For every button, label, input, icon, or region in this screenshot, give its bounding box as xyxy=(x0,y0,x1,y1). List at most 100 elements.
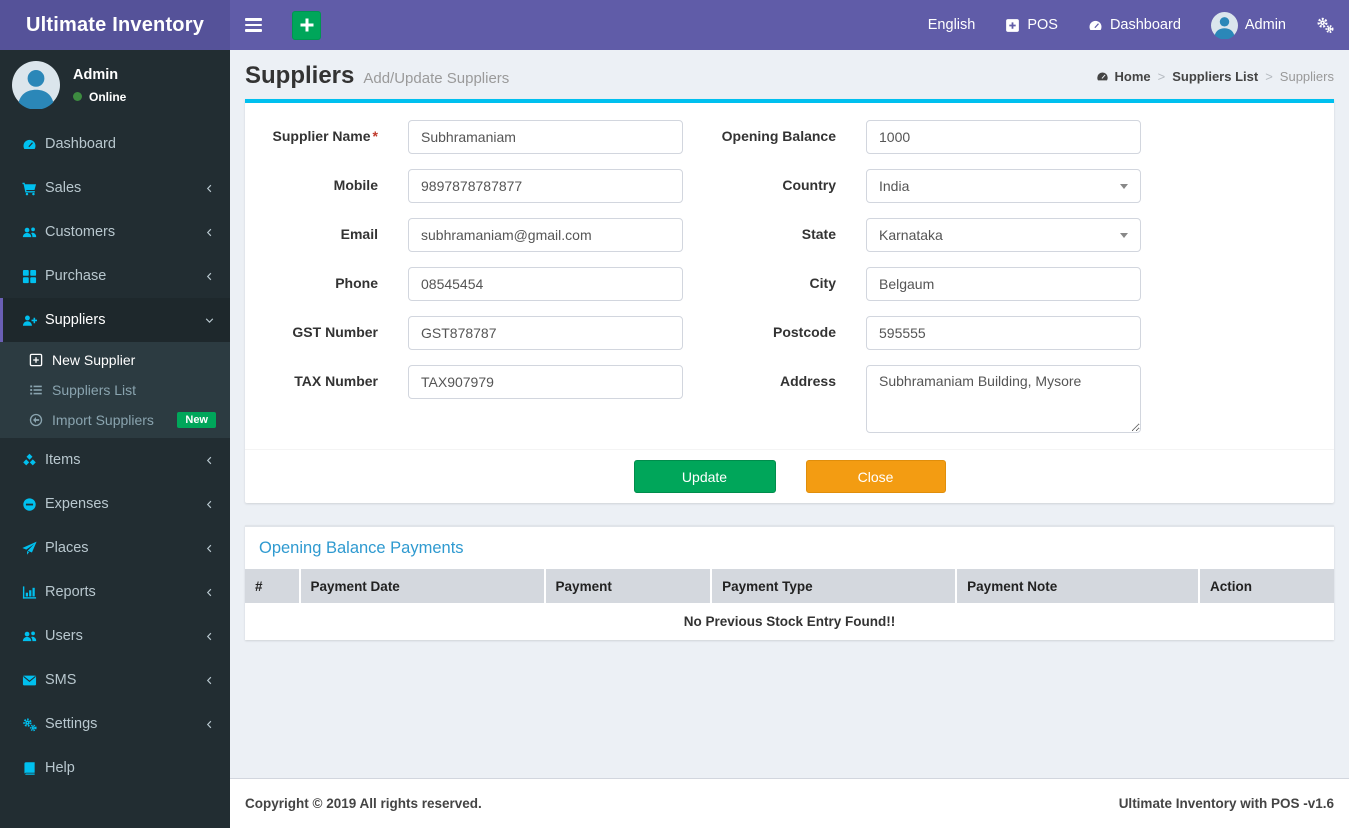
sidebar-item-items[interactable]: Items xyxy=(0,438,230,482)
sidebar-item-sms[interactable]: SMS xyxy=(0,658,230,702)
mobile-input[interactable] xyxy=(408,169,683,203)
payments-box: Opening Balance Payments # Payment Date … xyxy=(245,525,1334,640)
book-icon xyxy=(22,761,37,776)
tax-number-label: TAX Number xyxy=(294,373,378,389)
supplier-name-label: Supplier Name * xyxy=(272,128,378,144)
sidebar-item-suppliers[interactable]: Suppliers xyxy=(0,298,230,342)
avatar xyxy=(1211,12,1238,39)
page-subtitle: Add/Update Suppliers xyxy=(363,70,510,87)
email-label: Email xyxy=(340,226,378,242)
quick-add-button[interactable] xyxy=(292,10,321,40)
opening-balance-input[interactable] xyxy=(866,120,1141,154)
state-select[interactable]: Karnataka xyxy=(866,218,1141,252)
form-actions: Update Close xyxy=(245,449,1334,503)
settings-menu[interactable] xyxy=(1301,0,1349,50)
gst-number-input[interactable] xyxy=(408,316,683,350)
empty-message: No Previous Stock Entry Found!! xyxy=(683,614,896,629)
column-header-payment-note: Payment Note xyxy=(957,569,1201,603)
new-badge: New xyxy=(177,412,216,428)
language-menu[interactable]: English xyxy=(913,0,991,50)
sidebar-toggle-button[interactable] xyxy=(230,0,276,50)
minus-circle-icon xyxy=(22,497,37,512)
address-label: Address xyxy=(779,373,836,389)
cogs-icon xyxy=(1316,16,1334,34)
online-status-dot xyxy=(73,92,82,101)
sidebar-item-settings[interactable]: Settings xyxy=(0,702,230,746)
postcode-input[interactable] xyxy=(866,316,1141,350)
country-select[interactable]: India xyxy=(866,169,1141,203)
sidebar: Admin Online Dashboard Sales Customers P… xyxy=(0,50,230,828)
sidebar-item-expenses[interactable]: Expenses xyxy=(0,482,230,526)
sidebar-item-dashboard[interactable]: Dashboard xyxy=(0,122,230,166)
sidebar-item-users[interactable]: Users xyxy=(0,614,230,658)
user-plus-icon xyxy=(22,313,37,328)
sidebar-user-panel: Admin Online xyxy=(0,50,230,122)
breadcrumb-separator xyxy=(1265,69,1273,84)
chevron-left-icon xyxy=(204,719,215,730)
user-name: Admin xyxy=(73,66,119,83)
breadcrumb-separator xyxy=(1158,69,1166,84)
page-footer: Copyright © 2019 All rights reserved. Ul… xyxy=(230,778,1349,828)
mobile-label: Mobile xyxy=(333,177,378,193)
breadcrumb-home[interactable]: Home xyxy=(1115,69,1151,84)
supplier-form-box: Supplier Name* Mobile Email Phone xyxy=(245,99,1334,503)
sidebar-item-purchase[interactable]: Purchase xyxy=(0,254,230,298)
brand-logo[interactable]: Ultimate Inventory xyxy=(0,0,230,50)
gauge-icon xyxy=(22,137,37,152)
column-header-index: # xyxy=(245,569,301,603)
top-navbar: Ultimate Inventory English POS Dashboard… xyxy=(0,0,1349,50)
list-icon xyxy=(29,383,43,397)
chevron-left-icon xyxy=(204,499,215,510)
update-button[interactable]: Update xyxy=(633,460,776,493)
payments-title: Opening Balance Payments xyxy=(259,539,464,557)
version-text: Ultimate Inventory with POS -v1.6 xyxy=(1118,796,1334,811)
plus-square-icon xyxy=(1005,18,1020,33)
sidebar-item-places[interactable]: Places xyxy=(0,526,230,570)
column-header-payment-type: Payment Type xyxy=(712,569,958,603)
caret-down-icon xyxy=(1120,183,1128,189)
dashboard-link[interactable]: Dashboard xyxy=(1073,0,1196,50)
supplier-name-input[interactable] xyxy=(408,120,683,154)
sidebar-item-sales[interactable]: Sales xyxy=(0,166,230,210)
users-icon xyxy=(22,629,37,644)
country-label: Country xyxy=(782,177,836,193)
main-content: Suppliers Add/Update Suppliers Home Supp… xyxy=(230,50,1349,828)
tax-number-input[interactable] xyxy=(408,365,683,399)
chevron-left-icon xyxy=(204,543,215,554)
email-input[interactable] xyxy=(408,218,683,252)
supplier-form: Supplier Name* Mobile Email Phone xyxy=(245,103,1334,449)
users-icon xyxy=(22,225,37,240)
user-menu[interactable]: Admin xyxy=(1196,0,1301,50)
address-textarea[interactable]: Subhramaniam Building, Mysore xyxy=(866,365,1141,433)
cart-icon xyxy=(22,181,37,196)
submenu-item-suppliers-list[interactable]: Suppliers List xyxy=(0,375,230,405)
payments-table: # Payment Date Payment Payment Type Paym… xyxy=(245,569,1334,640)
bar-chart-icon xyxy=(22,585,37,600)
breadcrumb-current: Suppliers xyxy=(1279,68,1334,84)
caret-down-icon xyxy=(1120,232,1128,238)
city-input[interactable] xyxy=(866,267,1141,301)
send-icon xyxy=(22,541,37,556)
sidebar-item-help[interactable]: Help xyxy=(0,746,230,790)
gauge-icon xyxy=(1088,18,1103,33)
payments-table-header: # Payment Date Payment Payment Type Paym… xyxy=(245,569,1334,603)
chevron-left-icon xyxy=(204,455,215,466)
submenu-item-new-supplier[interactable]: New Supplier xyxy=(0,345,230,375)
cogs-icon xyxy=(22,717,37,732)
close-button[interactable]: Close xyxy=(805,460,946,493)
submenu-item-import-suppliers[interactable]: Import Suppliers New xyxy=(0,405,230,435)
pos-link[interactable]: POS xyxy=(990,0,1073,50)
navbar: English POS Dashboard Admin xyxy=(230,0,1349,50)
sidebar-item-reports[interactable]: Reports xyxy=(0,570,230,614)
navbar-right: English POS Dashboard Admin xyxy=(913,0,1349,50)
required-mark: * xyxy=(372,128,378,144)
phone-label: Phone xyxy=(335,275,378,291)
sidebar-item-customers[interactable]: Customers xyxy=(0,210,230,254)
breadcrumb-suppliers-list[interactable]: Suppliers List xyxy=(1172,69,1258,84)
suppliers-submenu: New Supplier Suppliers List Import Suppl… xyxy=(0,342,230,438)
page-title: Suppliers Add/Update Suppliers xyxy=(245,62,510,89)
app-window: Ultimate Inventory English POS Dashboard… xyxy=(0,0,1349,828)
chevron-left-icon xyxy=(204,271,215,282)
chevron-left-icon xyxy=(204,587,215,598)
phone-input[interactable] xyxy=(408,267,683,301)
